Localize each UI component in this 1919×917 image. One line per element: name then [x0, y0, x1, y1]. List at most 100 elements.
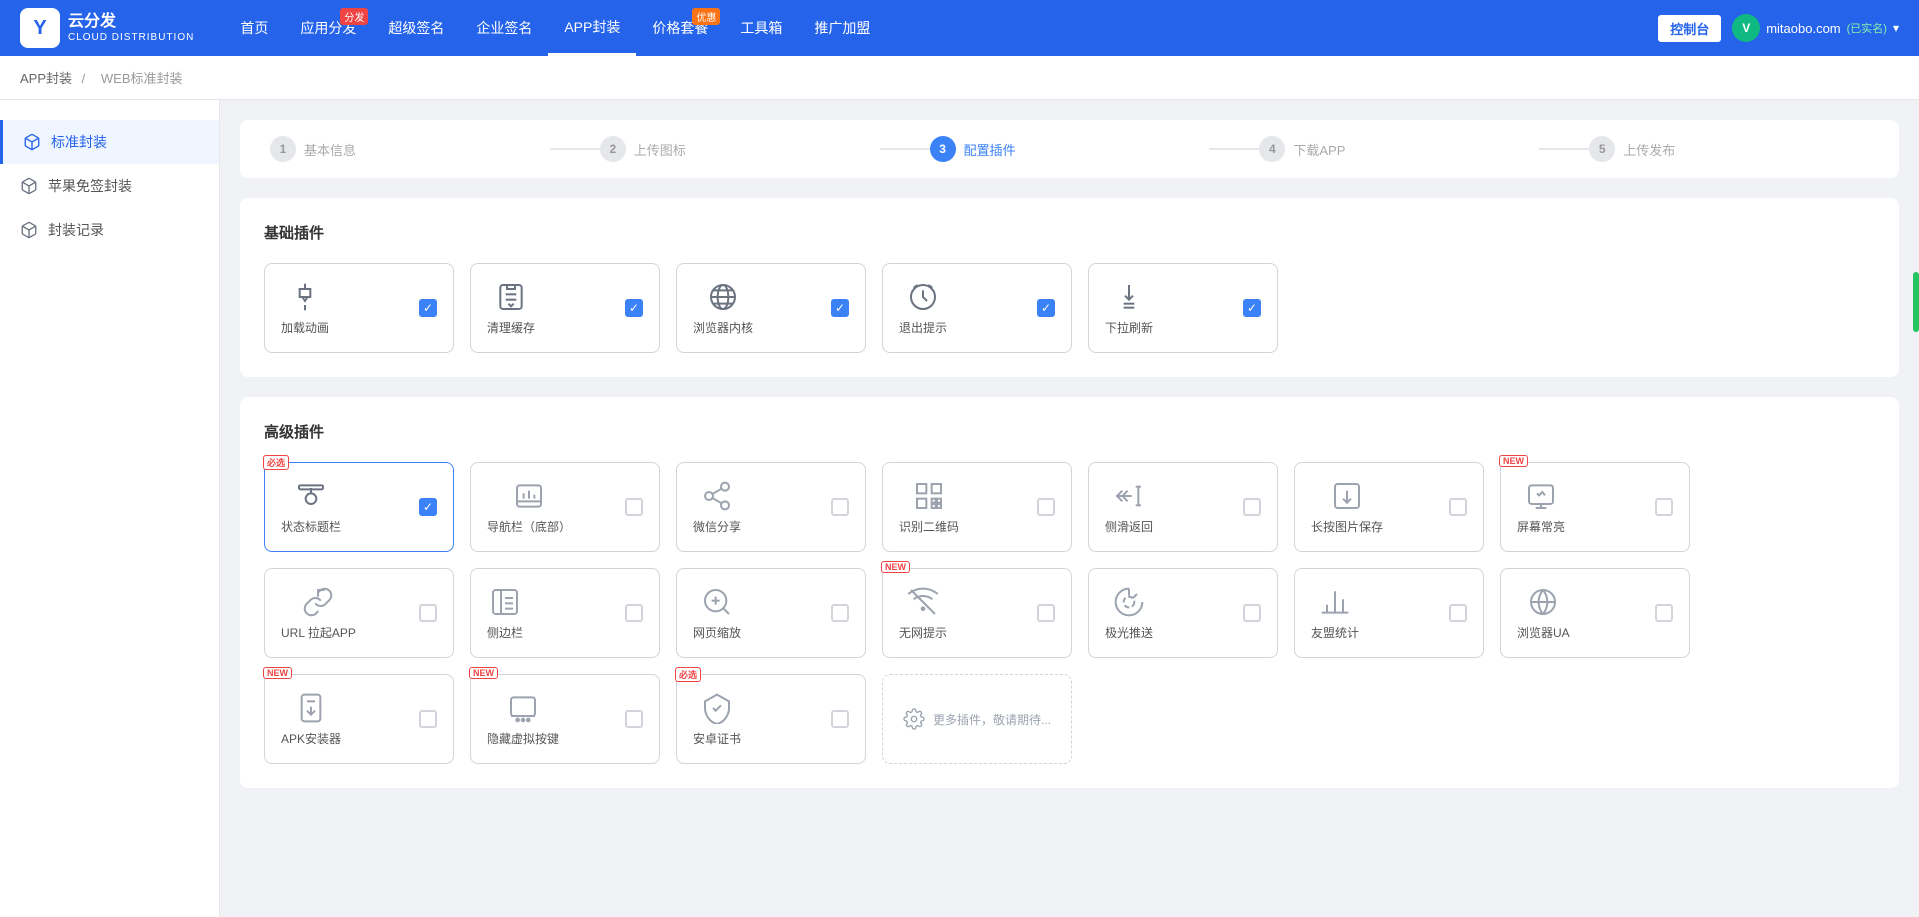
plugin-card-left-android-cert: 安卓证书: [693, 692, 741, 747]
step-label-1: 基本信息: [304, 140, 356, 159]
sidebar-item-wrap-records[interactable]: 封装记录: [0, 208, 219, 252]
logo-sub: CLOUD DISTRIBUTION: [68, 32, 194, 44]
checkbox-swipe-back[interactable]: [1243, 498, 1261, 516]
pull-refresh-icon: [1113, 281, 1145, 313]
breadcrumb: APP封装 / WEB标准封装: [0, 56, 1919, 100]
user-info[interactable]: V mitaobo.com (已实名) ▾: [1732, 14, 1899, 42]
badge-youhui: 优惠: [692, 8, 720, 25]
plugin-card-scan-qrcode[interactable]: 识别二维码: [882, 462, 1072, 552]
breadcrumb-parent[interactable]: APP封装: [20, 71, 72, 86]
ctrl-console-btn[interactable]: 控制台: [1657, 14, 1722, 43]
plugin-card-pull-refresh[interactable]: 下拉刷新 ✓: [1088, 263, 1278, 353]
plugin-card-wechat-share[interactable]: 微信分享: [676, 462, 866, 552]
clear-cache-icon: [495, 281, 527, 313]
plugin-card-long-press-save[interactable]: 长按图片保存: [1294, 462, 1484, 552]
plugin-card-sidebar-panel[interactable]: 侧边栏: [470, 568, 660, 658]
checkbox-youmeng-stat[interactable]: [1449, 604, 1467, 622]
step-1: 1 基本信息: [270, 136, 550, 162]
breadcrumb-separator: /: [82, 71, 86, 86]
badge-new-apk: NEW: [263, 667, 292, 679]
checkbox-apk-installer[interactable]: [419, 710, 437, 728]
nav-home[interactable]: 首页: [224, 0, 284, 56]
breadcrumb-current: WEB标准封装: [101, 71, 183, 86]
checkbox-android-cert[interactable]: [831, 710, 849, 728]
plugin-card-left-load-anim: 加载动画: [281, 281, 329, 336]
plugin-card-swipe-back[interactable]: 侧滑返回: [1088, 462, 1278, 552]
checkbox-hidden-btn[interactable]: [625, 710, 643, 728]
plugin-card-left-youmeng-stat: 友盟统计: [1311, 586, 1359, 641]
plugin-card-left-apk-installer: APK安装器: [281, 692, 341, 747]
plugin-card-youmeng-stat[interactable]: 友盟统计: [1294, 568, 1484, 658]
checkbox-browser-ua[interactable]: [1655, 604, 1673, 622]
cube-icon-records: [20, 221, 38, 239]
badge-fenshu: 分发: [340, 8, 368, 25]
checkbox-jiguang-push[interactable]: [1243, 604, 1261, 622]
header-right: 控制台 V mitaobo.com (已实名) ▾: [1657, 14, 1899, 43]
checkbox-wechat-share[interactable]: [831, 498, 849, 516]
plugin-card-screen-always-on[interactable]: NEW 屏幕常亮: [1500, 462, 1690, 552]
nav-app-dist[interactable]: 应用分发 分发: [284, 0, 372, 56]
checkbox-long-press-save[interactable]: [1449, 498, 1467, 516]
plugin-name-exit-prompt: 退出提示: [899, 319, 947, 336]
checkbox-load-anim[interactable]: ✓: [419, 299, 437, 317]
plugin-card-load-anim[interactable]: 加载动画 ✓: [264, 263, 454, 353]
checkbox-exit-prompt[interactable]: ✓: [1037, 299, 1055, 317]
load-anim-icon: [289, 281, 321, 313]
plugin-card-jiguang-push[interactable]: 极光推送: [1088, 568, 1278, 658]
nav-super-sign[interactable]: 超级签名: [372, 0, 460, 56]
plugin-card-left-browser-core: 浏览器内核: [693, 281, 753, 336]
checkbox-url-pull-app[interactable]: [419, 604, 437, 622]
sidebar-item-apple-free[interactable]: 苹果免签封装: [0, 164, 219, 208]
nav-promote[interactable]: 推广加盟: [798, 0, 886, 56]
plugin-card-android-cert[interactable]: 必选 安卓证书: [676, 674, 866, 764]
basic-plugins-grid: 加载动画 ✓: [264, 263, 1875, 353]
user-verified-badge: (已实名): [1847, 20, 1887, 36]
nav-app-wrap[interactable]: APP封装: [548, 0, 636, 56]
logo-icon: Y: [20, 8, 60, 48]
plugin-card-hidden-btn[interactable]: NEW 隐藏虚拟按键: [470, 674, 660, 764]
checkbox-scan-qrcode[interactable]: [1037, 498, 1055, 516]
plugin-name-web-zoom: 网页缩放: [693, 624, 741, 641]
apk-installer-icon: [295, 692, 327, 724]
android-cert-icon: [701, 692, 733, 724]
wechat-share-icon: [701, 480, 733, 512]
checkbox-clear-cache[interactable]: ✓: [625, 299, 643, 317]
sidebar-item-standard-wrap[interactable]: 标准封装: [0, 120, 219, 164]
checkbox-web-zoom[interactable]: [831, 604, 849, 622]
checkbox-sidebar-panel[interactable]: [625, 604, 643, 622]
plugin-name-long-press-save: 长按图片保存: [1311, 518, 1383, 535]
plugin-name-jiguang-push: 极光推送: [1105, 624, 1153, 641]
plugin-card-left-hidden-btn: 隐藏虚拟按键: [487, 692, 559, 747]
checkbox-screen-always-on[interactable]: [1655, 498, 1673, 516]
plugin-card-apk-installer[interactable]: NEW APK安装器: [264, 674, 454, 764]
plugin-card-browser-core[interactable]: 浏览器内核 ✓: [676, 263, 866, 353]
main-layout: 标准封装 苹果免签封装 封装记录: [0, 100, 1919, 917]
plugin-card-web-zoom[interactable]: 网页缩放: [676, 568, 866, 658]
checkbox-pull-refresh[interactable]: ✓: [1243, 299, 1261, 317]
checkbox-nav-bottom[interactable]: [625, 498, 643, 516]
step-label-2: 上传图标: [634, 140, 686, 159]
status-bar-icon: [295, 480, 327, 512]
plugin-card-clear-cache[interactable]: 清理缓存 ✓: [470, 263, 660, 353]
plugin-name-hidden-btn: 隐藏虚拟按键: [487, 730, 559, 747]
checkbox-status-bar[interactable]: ✓: [419, 498, 437, 516]
nav-toolbox[interactable]: 工具箱: [724, 0, 798, 56]
plugin-card-no-network[interactable]: NEW 无网提示: [882, 568, 1072, 658]
plugin-card-status-bar[interactable]: 必选 状态标题栏 ✓: [264, 462, 454, 552]
sidebar-panel-icon: [489, 586, 521, 618]
header: Y 云分发 CLOUD DISTRIBUTION 首页 应用分发 分发 超级签名…: [0, 0, 1919, 56]
logo-text: 云分发 CLOUD DISTRIBUTION: [68, 12, 194, 43]
plugin-card-nav-bottom[interactable]: 导航栏（底部）: [470, 462, 660, 552]
plugin-card-url-pull-app[interactable]: URL 拉起APP: [264, 568, 454, 658]
settings-icon: [903, 708, 925, 730]
checkbox-browser-core[interactable]: ✓: [831, 299, 849, 317]
nav-corp-sign[interactable]: 企业签名: [460, 0, 548, 56]
more-plugins-text: 更多插件，敬请期待...: [933, 711, 1051, 728]
jiguang-push-icon: [1113, 586, 1145, 618]
nav-pricing[interactable]: 价格套餐 优惠: [636, 0, 724, 56]
plugin-name-scan-qrcode: 识别二维码: [899, 518, 959, 535]
plugin-card-left-screen-always-on: 屏幕常亮: [1517, 480, 1565, 535]
plugin-card-browser-ua[interactable]: 浏览器UA: [1500, 568, 1690, 658]
checkbox-no-network[interactable]: [1037, 604, 1055, 622]
plugin-card-exit-prompt[interactable]: 退出提示 ✓: [882, 263, 1072, 353]
